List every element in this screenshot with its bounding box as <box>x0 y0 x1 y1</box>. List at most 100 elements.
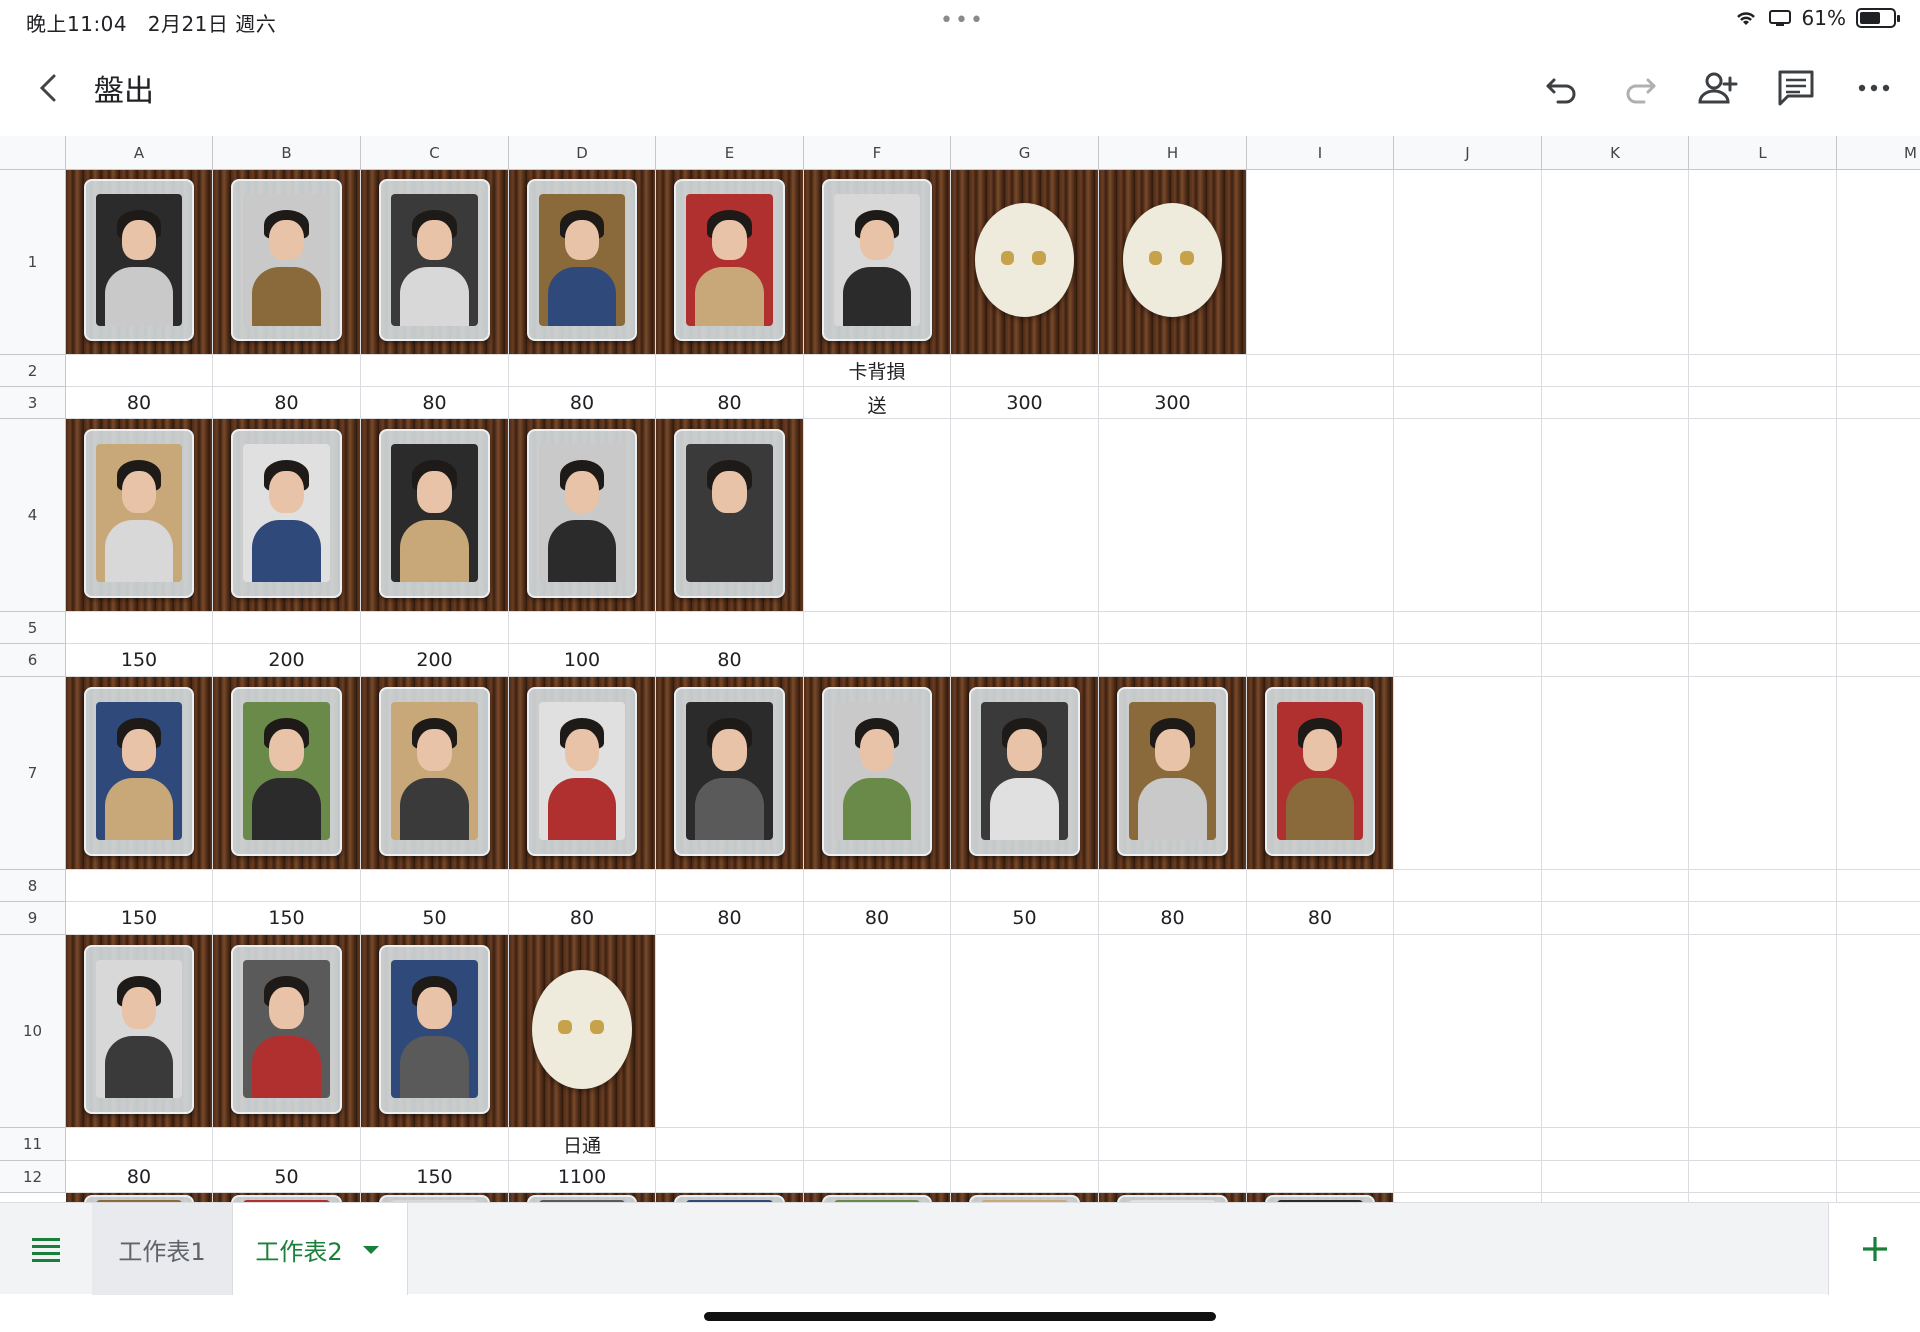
cell-F6[interactable] <box>804 644 951 677</box>
cell-M10[interactable] <box>1837 935 1920 1128</box>
home-indicator[interactable] <box>704 1312 1216 1321</box>
cell-L8[interactable] <box>1689 870 1837 902</box>
cell-K9[interactable] <box>1542 902 1689 935</box>
row-header[interactable]: 2 <box>0 355 66 387</box>
cell-K2[interactable] <box>1542 355 1689 387</box>
cell-L4[interactable] <box>1689 419 1837 612</box>
photo-cell-H7[interactable] <box>1099 677 1247 870</box>
cell-G8[interactable] <box>951 870 1099 902</box>
cell-B2[interactable] <box>213 355 361 387</box>
cell-E2[interactable] <box>656 355 804 387</box>
cell-I8[interactable] <box>1247 870 1394 902</box>
cell-A5[interactable] <box>66 612 213 644</box>
photo-cell-H1[interactable] <box>1099 170 1247 355</box>
cell-K10[interactable] <box>1542 935 1689 1128</box>
column-header[interactable]: L <box>1689 136 1837 170</box>
cell-G10[interactable] <box>951 935 1099 1128</box>
cell-M1[interactable] <box>1837 170 1920 355</box>
cell-A2[interactable] <box>66 355 213 387</box>
row-header[interactable]: 12 <box>0 1161 66 1193</box>
photo-cell-A10[interactable] <box>66 935 213 1128</box>
cell-B3[interactable]: 80 <box>213 387 361 419</box>
cell-M12[interactable] <box>1837 1161 1920 1193</box>
cell-E3[interactable]: 80 <box>656 387 804 419</box>
cell-M5[interactable] <box>1837 612 1920 644</box>
cell-C5[interactable] <box>361 612 509 644</box>
cell-K8[interactable] <box>1542 870 1689 902</box>
cell-E6[interactable]: 80 <box>656 644 804 677</box>
undo-icon[interactable] <box>1540 66 1584 110</box>
more-icon[interactable] <box>1852 66 1896 110</box>
cell-J13[interactable] <box>1394 1193 1542 1202</box>
cell-K5[interactable] <box>1542 612 1689 644</box>
cell-M13[interactable] <box>1837 1193 1920 1202</box>
cell-K6[interactable] <box>1542 644 1689 677</box>
cell-I12[interactable] <box>1247 1161 1394 1193</box>
cell-C2[interactable] <box>361 355 509 387</box>
row-header[interactable]: 1 <box>0 170 66 355</box>
photo-cell-C4[interactable] <box>361 419 509 612</box>
row-header[interactable]: 8 <box>0 870 66 902</box>
cell-H8[interactable] <box>1099 870 1247 902</box>
cell-A6[interactable]: 150 <box>66 644 213 677</box>
cell-F5[interactable] <box>804 612 951 644</box>
cell-E12[interactable] <box>656 1161 804 1193</box>
cell-C6[interactable]: 200 <box>361 644 509 677</box>
cell-M11[interactable] <box>1837 1128 1920 1161</box>
photo-cell-C10[interactable] <box>361 935 509 1128</box>
cell-I4[interactable] <box>1247 419 1394 612</box>
photo-cell-G1[interactable] <box>951 170 1099 355</box>
row-header[interactable]: 4 <box>0 419 66 612</box>
cell-I10[interactable] <box>1247 935 1394 1128</box>
cell-G6[interactable] <box>951 644 1099 677</box>
photo-cell-B7[interactable] <box>213 677 361 870</box>
photo-cell-B4[interactable] <box>213 419 361 612</box>
photo-cell-D4[interactable] <box>509 419 656 612</box>
cell-C8[interactable] <box>361 870 509 902</box>
cell-H9[interactable]: 80 <box>1099 902 1247 935</box>
cell-B9[interactable]: 150 <box>213 902 361 935</box>
photo-cell-D7[interactable] <box>509 677 656 870</box>
cell-A12[interactable]: 80 <box>66 1161 213 1193</box>
cell-L13[interactable] <box>1689 1193 1837 1202</box>
cell-M3[interactable] <box>1837 387 1920 419</box>
tab-sheet2[interactable]: 工作表2 <box>232 1203 408 1295</box>
cell-D3[interactable]: 80 <box>509 387 656 419</box>
comment-icon[interactable] <box>1774 66 1818 110</box>
cell-H2[interactable] <box>1099 355 1247 387</box>
photo-cell-C1[interactable] <box>361 170 509 355</box>
cell-F11[interactable] <box>804 1128 951 1161</box>
photo-cell-A4[interactable] <box>66 419 213 612</box>
cell-K1[interactable] <box>1542 170 1689 355</box>
cell-K4[interactable] <box>1542 419 1689 612</box>
cell-I3[interactable] <box>1247 387 1394 419</box>
cell-G4[interactable] <box>951 419 1099 612</box>
cell-D11[interactable]: 日通 <box>509 1128 656 1161</box>
back-icon[interactable] <box>30 68 66 108</box>
cell-B6[interactable]: 200 <box>213 644 361 677</box>
photo-cell-B10[interactable] <box>213 935 361 1128</box>
cell-E5[interactable] <box>656 612 804 644</box>
cell-A11[interactable] <box>66 1128 213 1161</box>
photo-cell-E13[interactable] <box>656 1193 804 1202</box>
photo-cell-I13[interactable] <box>1247 1193 1394 1202</box>
cell-A9[interactable]: 150 <box>66 902 213 935</box>
cell-J10[interactable] <box>1394 935 1542 1128</box>
photo-cell-E7[interactable] <box>656 677 804 870</box>
column-header[interactable]: I <box>1247 136 1394 170</box>
photo-cell-A7[interactable] <box>66 677 213 870</box>
photo-cell-I7[interactable] <box>1247 677 1394 870</box>
column-header[interactable]: J <box>1394 136 1542 170</box>
photo-cell-E1[interactable] <box>656 170 804 355</box>
column-header[interactable]: M <box>1837 136 1920 170</box>
select-all-corner[interactable] <box>0 136 66 170</box>
cell-L9[interactable] <box>1689 902 1837 935</box>
cell-I6[interactable] <box>1247 644 1394 677</box>
cell-K13[interactable] <box>1542 1193 1689 1202</box>
photo-cell-A13[interactable] <box>66 1193 213 1202</box>
row-header[interactable]: 11 <box>0 1128 66 1161</box>
cell-E8[interactable] <box>656 870 804 902</box>
cell-C11[interactable] <box>361 1128 509 1161</box>
row-header[interactable]: 5 <box>0 612 66 644</box>
cell-J4[interactable] <box>1394 419 1542 612</box>
